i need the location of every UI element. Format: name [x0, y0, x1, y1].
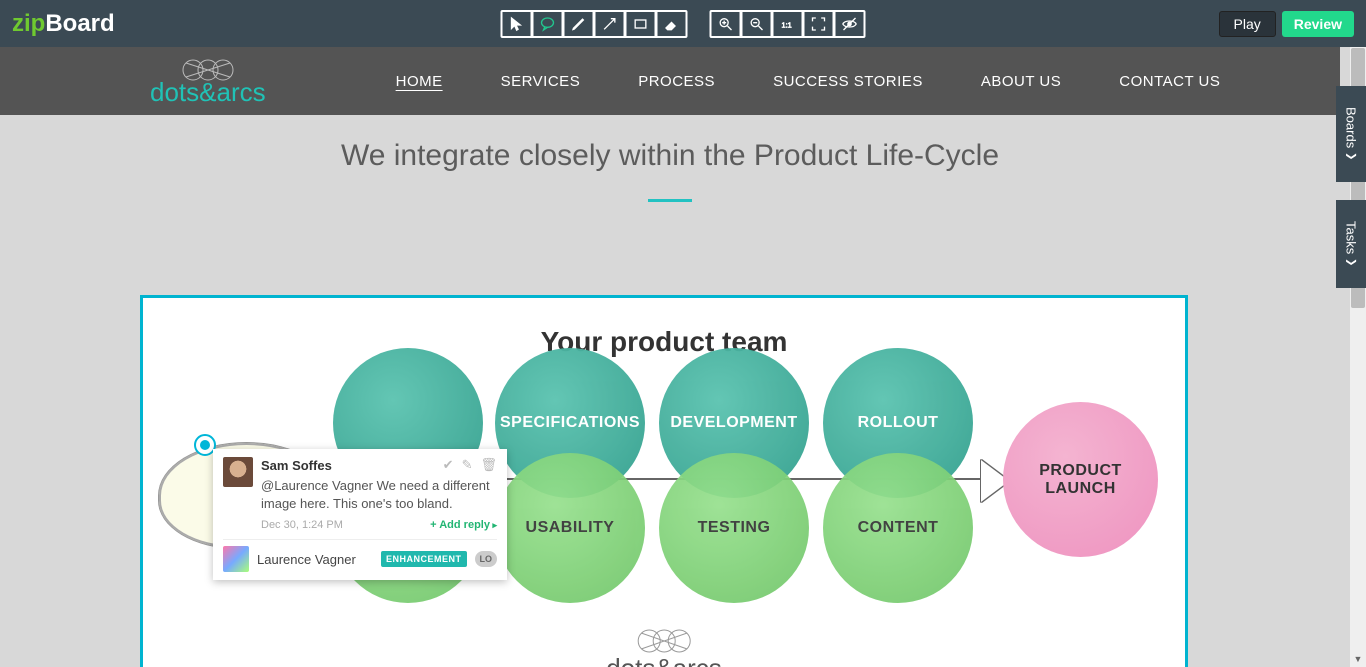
pin-dot-icon: [200, 440, 210, 450]
review-button[interactable]: Review: [1282, 11, 1354, 37]
play-button[interactable]: Play: [1219, 11, 1276, 37]
circle-usability: USABILITY: [495, 453, 645, 603]
zoom-out-tool[interactable]: [743, 12, 771, 36]
nav-success-stories[interactable]: SUCCESS STORIES: [773, 73, 923, 90]
actual-size-tool[interactable]: 1:1: [774, 12, 802, 36]
boards-label: Boards: [1344, 107, 1359, 148]
nav-about[interactable]: ABOUT US: [981, 73, 1061, 90]
app-logo: zipBoard: [12, 10, 115, 38]
pointer-tool[interactable]: [503, 12, 531, 36]
type-tag: ENHANCEMENT: [381, 551, 467, 567]
page-content: We integrate closely within the Product …: [0, 115, 1340, 667]
footer-brand-text: dots&arcs: [606, 653, 722, 667]
comment-popup: Sam Soffes ✔ ✎ 🗑 @Laurence Vagner We nee…: [213, 449, 507, 580]
nav-process[interactable]: PROCESS: [638, 73, 715, 90]
chevron-down-icon: ❯: [1346, 152, 1357, 160]
scroll-down-arrow[interactable]: ▼: [1350, 651, 1366, 667]
drawing-tools: [501, 10, 688, 38]
site-navigation: dots&arcs HOME SERVICES PROCESS SUCCESS …: [0, 47, 1340, 115]
circle-launch: PRODUCT LAUNCH: [1003, 402, 1158, 557]
nav-services[interactable]: SERVICES: [501, 73, 581, 90]
nav-links: HOME SERVICES PROCESS SUCCESS STORIES AB…: [396, 73, 1221, 90]
arrow-tool[interactable]: [596, 12, 624, 36]
assignee-avatar: [223, 546, 249, 572]
circle-content: CONTENT: [823, 453, 973, 603]
site-logo[interactable]: dots&arcs: [150, 57, 266, 105]
priority-tag: LO: [475, 551, 498, 567]
nav-home[interactable]: HOME: [396, 73, 443, 90]
tasks-label: Tasks: [1344, 221, 1359, 254]
comment-author: Sam Soffes: [261, 458, 332, 473]
comment-actions: ✔ ✎ 🗑: [443, 457, 497, 473]
site-brand-text: dots&arcs: [150, 79, 266, 105]
tool-groups: 1:1: [501, 10, 866, 38]
logo-part-a: zip: [12, 10, 45, 38]
mode-actions: Play Review: [1219, 11, 1354, 37]
chevron-down-icon: ❯: [1346, 258, 1357, 266]
author-avatar: [223, 457, 253, 487]
add-reply-button[interactable]: Add reply: [430, 519, 497, 531]
headline-accent: [648, 199, 692, 202]
edit-icon[interactable]: ✎: [462, 457, 473, 473]
nav-contact[interactable]: CONTACT US: [1119, 73, 1220, 90]
boards-panel-tab[interactable]: Boards ❯: [1336, 86, 1366, 182]
page-headline: We integrate closely within the Product …: [0, 115, 1340, 173]
app-toolbar: zipBoard 1:1 Play Review: [0, 0, 1366, 47]
comment-date: Dec 30, 1:24 PM: [261, 519, 343, 531]
rectangle-tool[interactable]: [627, 12, 655, 36]
svg-text:1:1: 1:1: [782, 20, 792, 29]
resolve-icon[interactable]: ✔: [443, 457, 454, 473]
delete-icon[interactable]: 🗑: [480, 457, 497, 473]
comment-tool[interactable]: [534, 12, 562, 36]
zoom-in-tool[interactable]: [712, 12, 740, 36]
view-tools: 1:1: [710, 10, 866, 38]
circle-testing: TESTING: [659, 453, 809, 603]
fit-screen-tool[interactable]: [805, 12, 833, 36]
tasks-panel-tab[interactable]: Tasks ❯: [1336, 200, 1366, 288]
comment-text: @Laurence Vagner We need a different ima…: [261, 477, 497, 513]
eraser-tool[interactable]: [658, 12, 686, 36]
pencil-tool[interactable]: [565, 12, 593, 36]
logo-part-b: Board: [45, 10, 114, 38]
toggle-visibility-tool[interactable]: [836, 12, 864, 36]
diagram-footer-logo: dots&arcs: [606, 627, 722, 667]
assignee-name: Laurence Vagner: [257, 552, 373, 567]
